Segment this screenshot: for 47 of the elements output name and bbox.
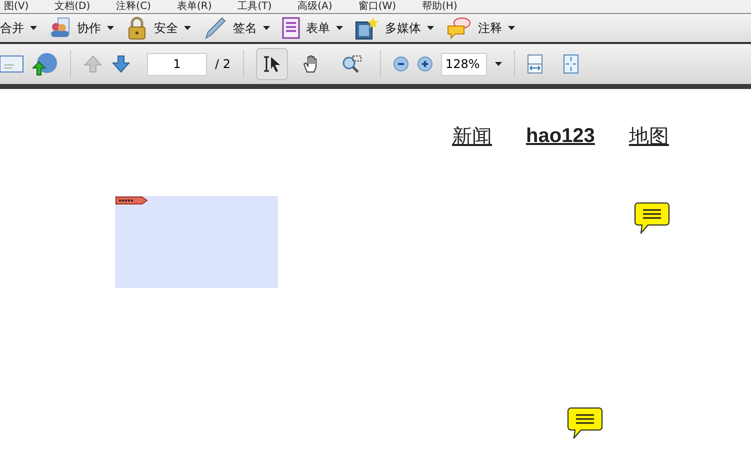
- note-icon: [634, 202, 670, 234]
- caret-icon: [336, 26, 343, 30]
- toolbar-button[interactable]: 合并: [0, 15, 37, 41]
- toolbar-button[interactable]: 多媒体: [355, 15, 434, 41]
- zoom-out-icon[interactable]: [392, 56, 408, 72]
- menu-item[interactable]: 窗口(W): [358, 2, 396, 12]
- menu-item[interactable]: 注释(C): [116, 2, 151, 12]
- down-arrow-icon[interactable]: [111, 54, 131, 74]
- page-number-field[interactable]: 1: [147, 52, 207, 76]
- nav-link[interactable]: 地图: [628, 121, 669, 151]
- caret-icon: [494, 62, 502, 66]
- menu-item[interactable]: 文档(D): [54, 2, 90, 12]
- menu-item[interactable]: 图(V): [4, 2, 29, 12]
- fit-page-icon[interactable]: [562, 54, 578, 74]
- speech-bubble-icon: [446, 17, 472, 39]
- toolbar-button[interactable]: 注释: [446, 15, 515, 41]
- caret-icon: [427, 26, 434, 30]
- page-total: / 2: [215, 56, 230, 73]
- people-icon: [49, 17, 71, 39]
- envelope-icon[interactable]: [0, 55, 24, 73]
- note-icon: [567, 407, 603, 439]
- pen-icon: [203, 16, 227, 40]
- menu-item[interactable]: 帮助(H): [422, 2, 458, 12]
- magnifier-icon: [340, 54, 362, 74]
- text-cursor-arrow-icon: [262, 55, 282, 73]
- toolbar-button[interactable]: 协作: [49, 15, 114, 41]
- tag-marker-icon: [115, 196, 148, 205]
- caret-icon: [107, 26, 114, 30]
- form-icon: [282, 17, 300, 39]
- caret-icon: [30, 26, 37, 30]
- toolbar-button[interactable]: 签名: [203, 15, 270, 41]
- menu-item[interactable]: 高级(A): [298, 2, 332, 12]
- caret-icon: [508, 26, 515, 30]
- toolbar-button[interactable]: 安全: [126, 15, 191, 41]
- globe-upload-icon[interactable]: [32, 52, 58, 76]
- tool-button[interactable]: [256, 48, 288, 80]
- caret-icon: [263, 26, 270, 30]
- caret-icon: [184, 26, 191, 30]
- toolbar-button[interactable]: 表单: [282, 15, 343, 41]
- fit-width-icon[interactable]: [526, 54, 542, 74]
- nav-link[interactable]: 新闻: [452, 121, 492, 151]
- zoom-in-icon[interactable]: [416, 56, 432, 72]
- lock-icon: [126, 16, 148, 40]
- nav-link[interactable]: hao123: [526, 121, 595, 151]
- film-star-icon: [355, 16, 379, 40]
- menu-item[interactable]: 表单(R): [176, 2, 212, 12]
- menu-item[interactable]: 工具(T): [238, 2, 272, 12]
